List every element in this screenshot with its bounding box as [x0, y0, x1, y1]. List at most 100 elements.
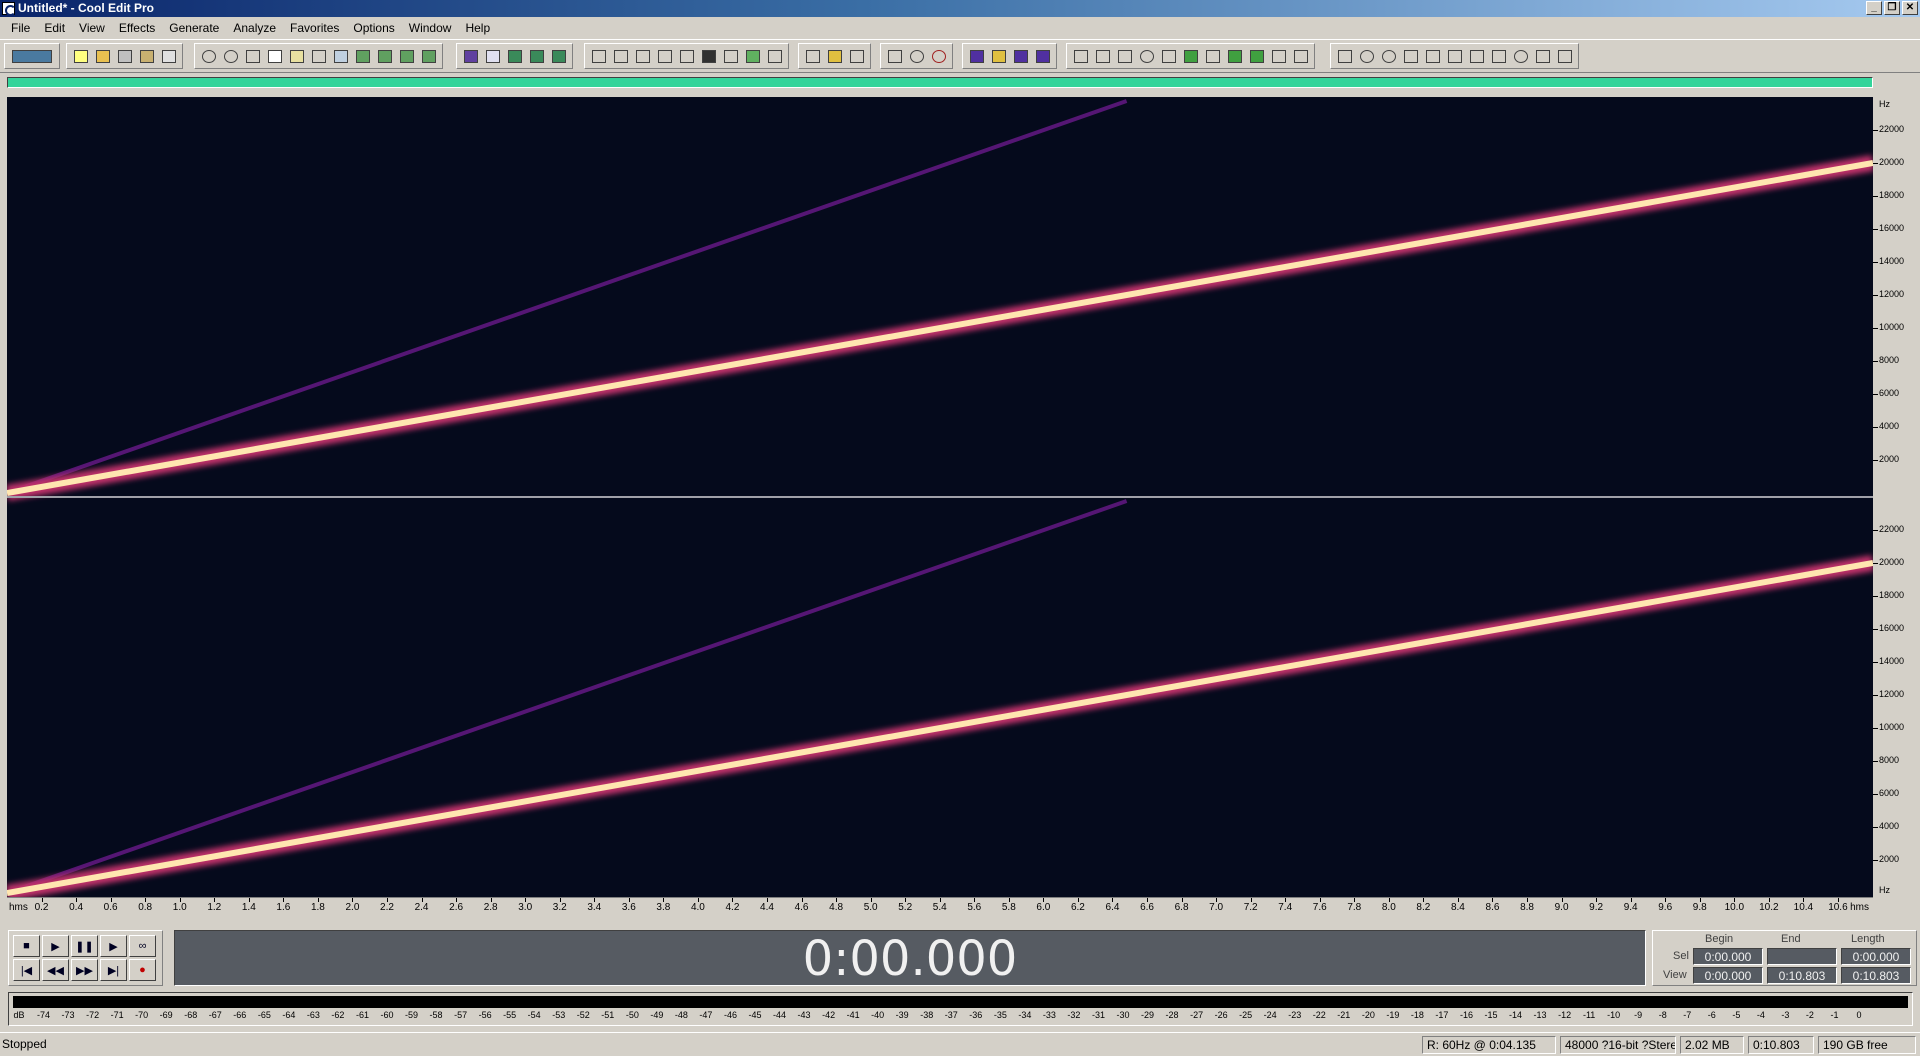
envelope-icon[interactable]	[988, 46, 1009, 67]
zoom-out-icon[interactable]	[928, 46, 949, 67]
samples-icon[interactable]	[764, 46, 785, 67]
redo-icon[interactable]	[220, 46, 241, 67]
stretch-icon[interactable]	[1268, 46, 1289, 67]
bars-icon[interactable]	[720, 46, 741, 67]
new-file-icon[interactable]	[70, 46, 91, 67]
mix-paste-icon[interactable]	[330, 46, 351, 67]
zoom-full-icon[interactable]	[906, 46, 927, 67]
flanger-icon[interactable]	[1136, 46, 1157, 67]
noise-reduction-icon[interactable]	[1180, 46, 1201, 67]
clipboard-3-icon[interactable]	[396, 46, 417, 67]
clipboard-4-icon[interactable]	[418, 46, 439, 67]
pitch-icon[interactable]	[1202, 46, 1223, 67]
sel-length-field[interactable]: 0:00.000	[1841, 948, 1911, 965]
save-icon[interactable]	[114, 46, 135, 67]
minimize-button[interactable]: _	[1866, 1, 1882, 15]
graphic-eq-icon[interactable]	[1224, 46, 1245, 67]
wave-icon[interactable]	[1444, 46, 1465, 67]
clipboard-1-icon[interactable]	[352, 46, 373, 67]
record-button[interactable]: ●	[129, 959, 156, 981]
play-to-end-button[interactable]: ▶	[100, 935, 127, 957]
analyze-icon[interactable]	[1510, 46, 1531, 67]
menu-file[interactable]: File	[4, 18, 37, 38]
cue-list-icon[interactable]	[588, 46, 609, 67]
sweep-icon[interactable]	[1466, 46, 1487, 67]
parametric-eq-icon[interactable]	[1246, 46, 1267, 67]
reverb-icon[interactable]	[1114, 46, 1135, 67]
menu-edit[interactable]: Edit	[37, 18, 72, 38]
help-icon[interactable]	[846, 46, 867, 67]
toggle-view-icon[interactable]	[8, 46, 56, 67]
waveform-icon[interactable]	[1554, 46, 1575, 67]
stop-button[interactable]: ■	[13, 935, 40, 957]
save-as-icon[interactable]	[136, 46, 157, 67]
settings-icon[interactable]	[802, 46, 823, 67]
paste-icon[interactable]	[286, 46, 307, 67]
silence-icon[interactable]	[1400, 46, 1421, 67]
statistics-icon[interactable]	[1532, 46, 1553, 67]
view-length-field[interactable]: 0:10.803	[1841, 967, 1911, 984]
level-meter[interactable]: dB -74 -73 -72 -71 -70 -69 -68 -67 -66 -65 -64 -63 -6…	[8, 992, 1913, 1026]
delay-icon[interactable]	[1070, 46, 1091, 67]
sel-begin-field[interactable]: 0:00.000	[1693, 948, 1763, 965]
zoom-in-icon[interactable]	[884, 46, 905, 67]
fast-forward-button[interactable]: ▶▶	[71, 959, 98, 981]
app-icon[interactable]	[2, 2, 16, 16]
grid-view-icon[interactable]	[504, 46, 525, 67]
pause-button[interactable]: ❚❚	[71, 935, 98, 957]
trim-icon[interactable]	[308, 46, 329, 67]
play-button[interactable]: ▶	[42, 935, 69, 957]
dynamics-icon[interactable]	[1032, 46, 1053, 67]
info-icon[interactable]	[610, 46, 631, 67]
spectrogram-canvas[interactable]	[7, 97, 1873, 897]
close-button[interactable]: ✕	[1902, 1, 1918, 15]
menu-favorites[interactable]: Favorites	[283, 18, 346, 38]
time-format-icon[interactable]	[698, 46, 719, 67]
phase-icon[interactable]	[1488, 46, 1509, 67]
menu-window[interactable]: Window	[402, 18, 459, 38]
meter-tick-label: -12	[1558, 1010, 1572, 1020]
sel-end-field[interactable]	[1767, 948, 1837, 965]
go-to-start-button[interactable]: |◀	[13, 959, 40, 981]
menu-analyze[interactable]: Analyze	[226, 18, 283, 38]
noise-icon[interactable]	[1422, 46, 1443, 67]
frames-icon[interactable]	[742, 46, 763, 67]
echo-icon[interactable]	[1092, 46, 1113, 67]
menu-effects[interactable]: Effects	[112, 18, 162, 38]
view-end-field[interactable]: 0:10.803	[1767, 967, 1837, 984]
time-tick-label: 5.6	[967, 902, 982, 913]
open-file-icon[interactable]	[92, 46, 113, 67]
cut-icon[interactable]	[242, 46, 263, 67]
rewind-button[interactable]: ◀◀	[42, 959, 69, 981]
menu-view[interactable]: View	[72, 18, 112, 38]
spectrogram-view[interactable]	[7, 97, 1873, 897]
multitrack-view-icon[interactable]	[526, 46, 547, 67]
restore-button[interactable]: ❐	[1884, 1, 1900, 15]
undo-icon[interactable]	[198, 46, 219, 67]
time-ruler[interactable]: hms hms 0.2 0.4 0.6 0.8 1.0 1.2 1.4 1.6 1.8 2.0 2.…	[7, 897, 1873, 917]
waveform-view-icon[interactable]	[482, 46, 503, 67]
dtmf-icon[interactable]	[1378, 46, 1399, 67]
tracks-view-icon[interactable]	[548, 46, 569, 67]
clipboard-2-icon[interactable]	[374, 46, 395, 67]
close-file-icon[interactable]	[158, 46, 179, 67]
view-begin-field[interactable]: 0:00.000	[1693, 967, 1763, 984]
spectrum-icon[interactable]	[1334, 46, 1355, 67]
filter-icon[interactable]	[1158, 46, 1179, 67]
reverse-icon[interactable]	[1290, 46, 1311, 67]
metronome-icon[interactable]	[632, 46, 653, 67]
tones-icon[interactable]	[1356, 46, 1377, 67]
copy-icon[interactable]	[264, 46, 285, 67]
menu-help[interactable]: Help	[458, 18, 497, 38]
spectral-view-icon[interactable]	[460, 46, 481, 67]
normalize-icon[interactable]	[1010, 46, 1031, 67]
menu-options[interactable]: Options	[346, 18, 401, 38]
go-to-end-button[interactable]: ▶|	[100, 959, 127, 981]
menu-generate[interactable]: Generate	[162, 18, 226, 38]
zoom-tool-icon[interactable]	[676, 46, 697, 67]
scripts-icon[interactable]	[824, 46, 845, 67]
time-tick-label: 4.2	[725, 902, 740, 913]
play-list-icon[interactable]	[654, 46, 675, 67]
loop-button[interactable]: ∞	[129, 935, 156, 957]
amplify-icon[interactable]	[966, 46, 987, 67]
